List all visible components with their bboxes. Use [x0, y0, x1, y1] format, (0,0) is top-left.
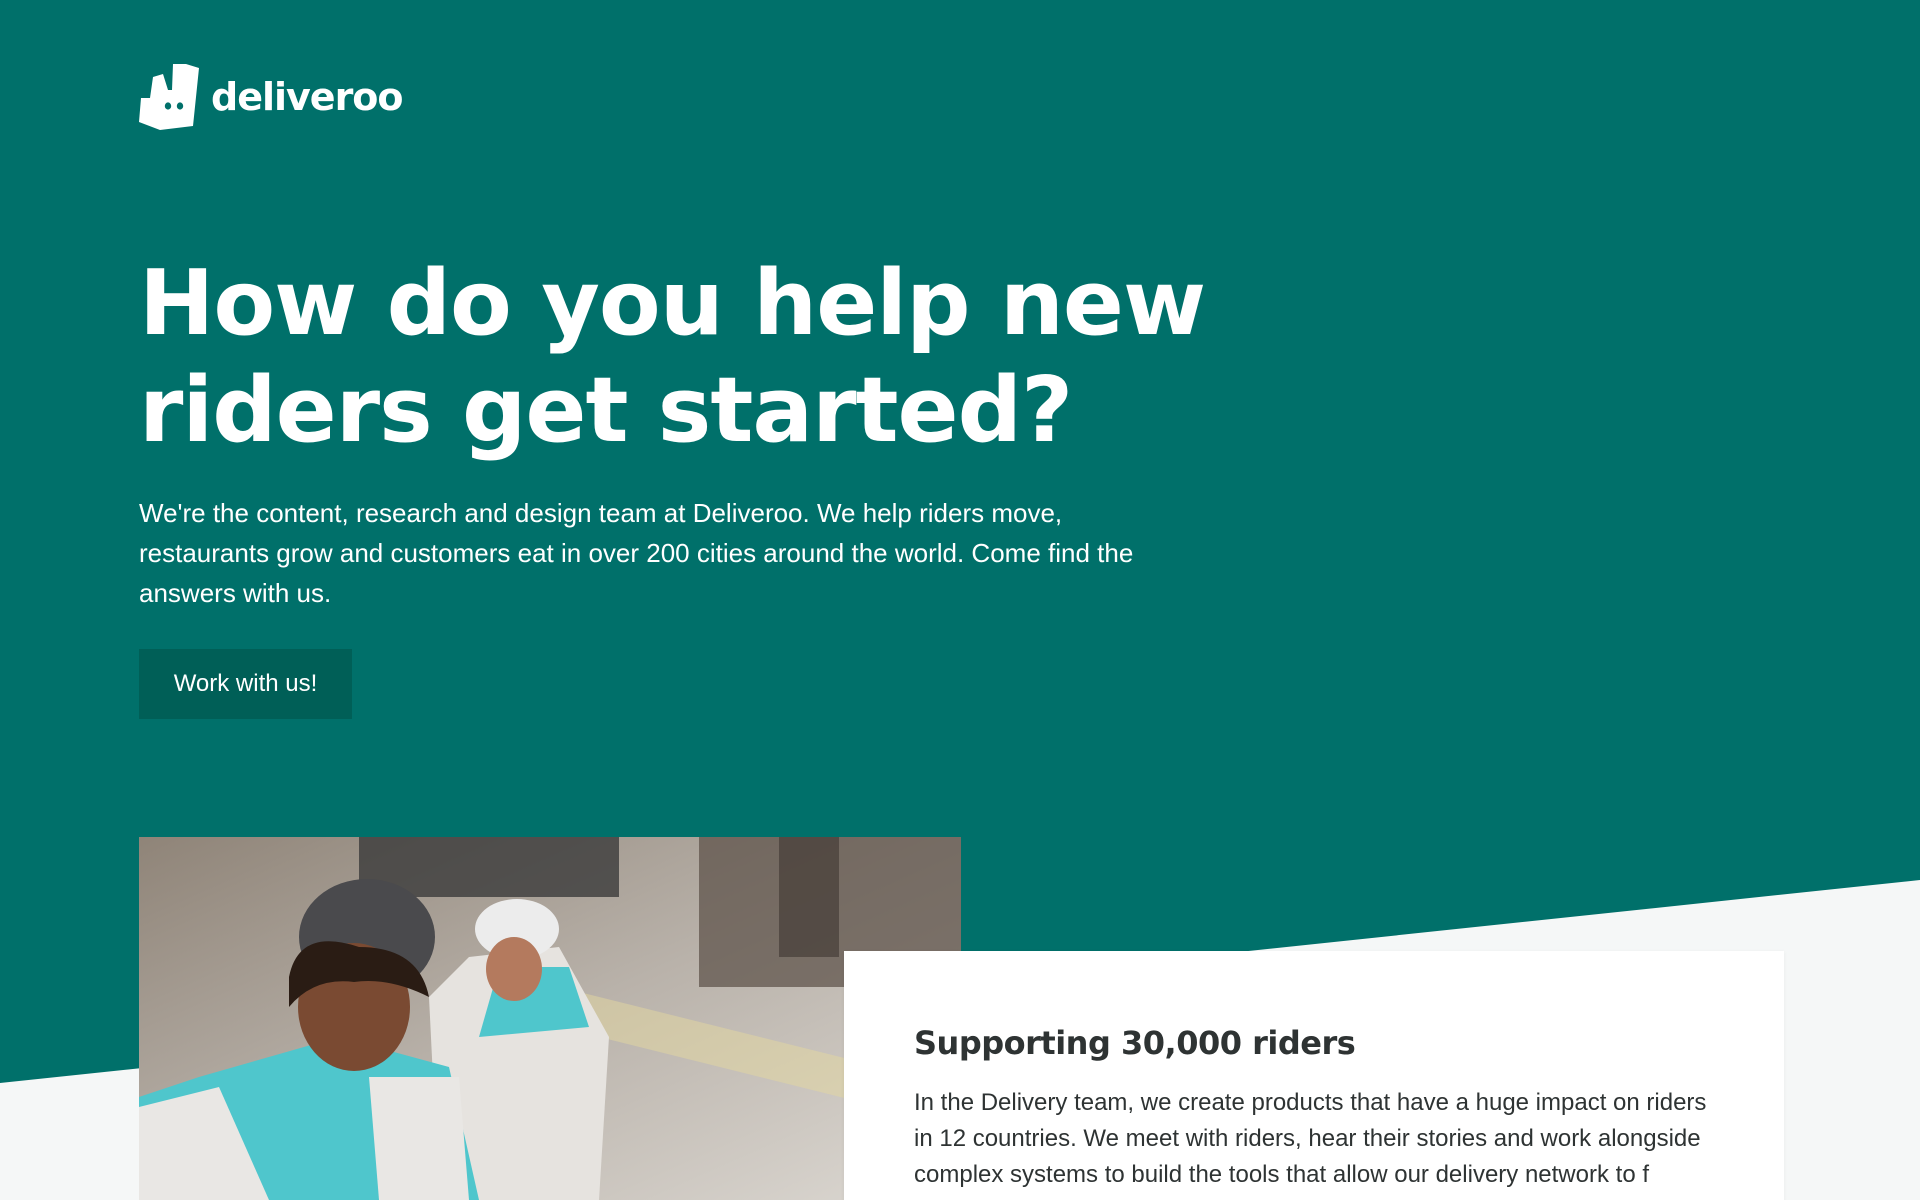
brand-name: deliveroo: [211, 75, 404, 119]
deliveroo-logo[interactable]: deliveroo: [139, 64, 404, 130]
intro-paragraph: We're the content, research and design t…: [139, 498, 1134, 608]
feature-card: Supporting 30,000 riders In the Delivery…: [844, 951, 1784, 1200]
riders-photo: [139, 837, 961, 1200]
feature-body: In the Delivery team, we create products…: [914, 1089, 1707, 1188]
page: deliveroo How do you help new riders get…: [0, 0, 1920, 1200]
work-with-us-button[interactable]: Work with us!: [139, 649, 352, 719]
deliveroo-kangaroo-icon: [139, 64, 199, 130]
feature-title: Supporting 30,000 riders: [914, 1024, 1356, 1062]
page-headline: How do you help new riders get started?: [139, 251, 1206, 463]
